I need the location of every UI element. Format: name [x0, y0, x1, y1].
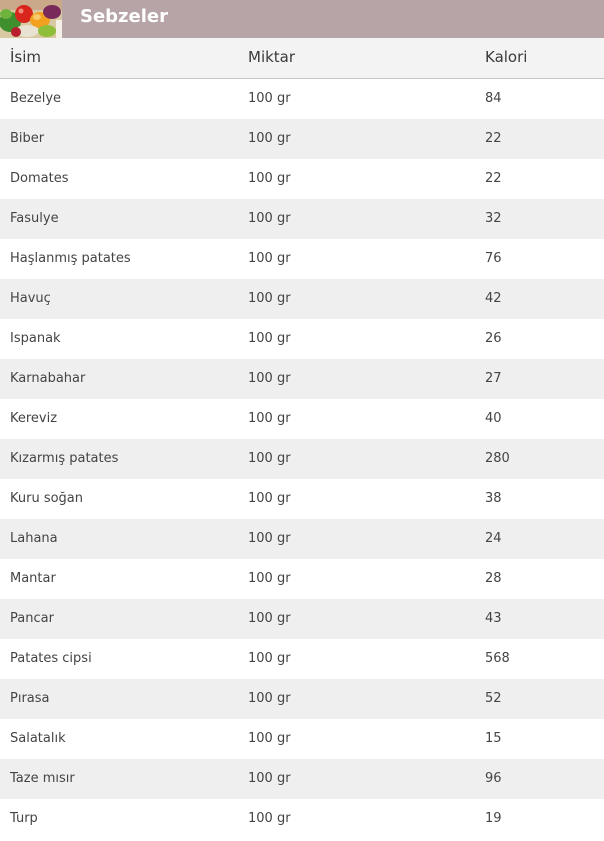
cell-name: Patates cipsi	[10, 651, 92, 666]
cell-calories: 40	[485, 411, 502, 426]
vegetables-photo-thumbnail	[0, 0, 62, 38]
cell-amount: 100 gr	[248, 691, 291, 706]
table-row: Pırasa 100 gr 52	[0, 679, 604, 719]
cell-amount: 100 gr	[248, 651, 291, 666]
cell-name: Kuru soğan	[10, 491, 84, 506]
table-row: Karnabahar 100 gr 27	[0, 359, 604, 399]
table-row: Patates cipsi 100 gr 568	[0, 639, 604, 679]
cell-name: Bezelye	[10, 91, 62, 106]
cell-amount: 100 gr	[248, 91, 291, 106]
table-row: Biber 100 gr 22	[0, 119, 604, 159]
cell-amount: 100 gr	[248, 291, 291, 306]
cell-amount: 100 gr	[248, 811, 291, 826]
table-header-row: İsim Miktar Kalori	[0, 38, 604, 79]
cell-calories: 22	[485, 131, 502, 146]
table-row: Kuru soğan 100 gr 38	[0, 479, 604, 519]
table-row: Havuç 100 gr 42	[0, 279, 604, 319]
cell-amount: 100 gr	[248, 771, 291, 786]
cell-name: Karnabahar	[10, 371, 86, 386]
cell-amount: 100 gr	[248, 571, 291, 586]
category-title: Sebzeler	[80, 6, 168, 27]
cell-amount: 100 gr	[248, 171, 291, 186]
table-row: Fasulye 100 gr 32	[0, 199, 604, 239]
cell-calories: 52	[485, 691, 502, 706]
table-row: Domates 100 gr 22	[0, 159, 604, 199]
table-row: Ispanak 100 gr 26	[0, 319, 604, 359]
table-row: Taze mısır 100 gr 96	[0, 759, 604, 799]
cell-name: Turp	[10, 811, 38, 826]
cell-amount: 100 gr	[248, 491, 291, 506]
cell-calories: 42	[485, 291, 502, 306]
column-header-name[interactable]: İsim	[10, 38, 41, 78]
cell-calories: 76	[485, 251, 502, 266]
cell-name: Domates	[10, 171, 69, 186]
cell-name: Havuç	[10, 291, 51, 306]
cell-name: Taze mısır	[10, 771, 75, 786]
cell-amount: 100 gr	[248, 531, 291, 546]
cell-name: Fasulye	[10, 211, 59, 226]
cell-amount: 100 gr	[248, 611, 291, 626]
cell-amount: 100 gr	[248, 371, 291, 386]
table-row: Turp 100 gr 19	[0, 799, 604, 839]
cell-name: Pancar	[10, 611, 54, 626]
category-header: Sebzeler	[0, 0, 604, 38]
cell-calories: 38	[485, 491, 502, 506]
cell-amount: 100 gr	[248, 211, 291, 226]
cell-calories: 15	[485, 731, 502, 746]
cell-name: Kereviz	[10, 411, 58, 426]
cell-calories: 32	[485, 211, 502, 226]
cell-calories: 568	[485, 651, 510, 666]
cell-amount: 100 gr	[248, 731, 291, 746]
cell-amount: 100 gr	[248, 331, 291, 346]
cell-name: Kızarmış patates	[10, 451, 119, 466]
cell-calories: 28	[485, 571, 502, 586]
column-header-amount[interactable]: Miktar	[248, 38, 295, 78]
cell-calories: 96	[485, 771, 502, 786]
cell-calories: 84	[485, 91, 502, 106]
cell-calories: 26	[485, 331, 502, 346]
cell-name: Haşlanmış patates	[10, 251, 131, 266]
table-row: Bezelye 100 gr 84	[0, 79, 604, 119]
table-row: Mantar 100 gr 28	[0, 559, 604, 599]
table-body: Bezelye 100 gr 84 Biber 100 gr 22 Domates 100 g…	[0, 79, 604, 839]
cell-amount: 100 gr	[248, 451, 291, 466]
cell-calories: 24	[485, 531, 502, 546]
cell-calories: 27	[485, 371, 502, 386]
table-row: Kereviz 100 gr 40	[0, 399, 604, 439]
cell-name: Lahana	[10, 531, 58, 546]
cell-calories: 280	[485, 451, 510, 466]
table-row: Lahana 100 gr 24	[0, 519, 604, 559]
calorie-table: İsim Miktar Kalori Bezelye 100 gr 84 Biber 1…	[0, 38, 604, 839]
table-row: Pancar 100 gr 43	[0, 599, 604, 639]
cell-amount: 100 gr	[248, 251, 291, 266]
table-row: Haşlanmış patates 100 gr 76	[0, 239, 604, 279]
cell-calories: 22	[485, 171, 502, 186]
cell-amount: 100 gr	[248, 411, 291, 426]
cell-calories: 19	[485, 811, 502, 826]
cell-name: Salatalık	[10, 731, 66, 746]
table-row: Salatalık 100 gr 15	[0, 719, 604, 759]
cell-calories: 43	[485, 611, 502, 626]
cell-name: Ispanak	[10, 331, 61, 346]
column-header-calories[interactable]: Kalori	[485, 38, 527, 78]
table-row: Kızarmış patates 100 gr 280	[0, 439, 604, 479]
cell-name: Pırasa	[10, 691, 50, 706]
cell-name: Mantar	[10, 571, 56, 586]
cell-name: Biber	[10, 131, 45, 146]
cell-amount: 100 gr	[248, 131, 291, 146]
